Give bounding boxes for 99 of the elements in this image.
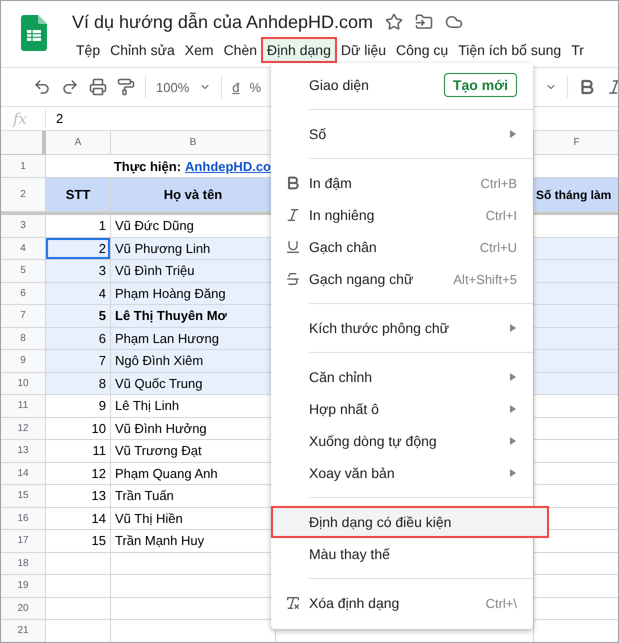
menu-bar-item[interactable]: Xem — [180, 39, 218, 61]
menu-item[interactable]: Định dạng có điều kiện — [271, 506, 549, 538]
submenu-arrow-icon — [509, 130, 517, 138]
currency-format-button[interactable]: đ — [232, 80, 240, 94]
print-icon[interactable] — [89, 78, 107, 96]
row-number[interactable]: 21 — [1, 620, 46, 642]
row-number[interactable]: 10 — [1, 372, 46, 395]
submenu-arrow-icon — [509, 324, 517, 332]
table-cell[interactable] — [534, 372, 618, 395]
zoom-dropdown[interactable]: 100% — [156, 80, 212, 94]
table-cell[interactable] — [46, 575, 111, 598]
submenu-arrow-icon — [509, 437, 517, 445]
row-number[interactable]: 17 — [1, 530, 46, 552]
table-cell[interactable]: 2 — [46, 238, 111, 260]
table-cell[interactable]: 3 — [46, 260, 111, 282]
menu-bar-item[interactable]: Tiện ích bổ sung — [454, 39, 566, 61]
table-cell[interactable]: 1 — [46, 215, 111, 238]
table-cell[interactable] — [534, 282, 618, 305]
bold-icon — [285, 175, 301, 191]
shortcut-text: Ctrl+I — [486, 208, 517, 222]
row-number[interactable]: 18 — [1, 552, 46, 575]
table-cell[interactable] — [534, 305, 618, 328]
shortcut-text: Alt+Shift+5 — [453, 272, 517, 286]
table-cell[interactable] — [534, 328, 618, 350]
row-number[interactable]: 19 — [1, 575, 46, 598]
row-number[interactable]: 7 — [1, 305, 46, 328]
row-number[interactable]: 14 — [1, 462, 46, 485]
paint-format-icon[interactable] — [117, 78, 135, 96]
table-header-cell: STT — [46, 178, 111, 212]
website-link[interactable]: AnhdepHD.co — [185, 158, 271, 174]
shortcut-text: Ctrl+B — [480, 176, 517, 190]
table-cell[interactable] — [46, 552, 111, 575]
table-cell[interactable]: 12 — [46, 462, 111, 485]
table-cell[interactable] — [534, 238, 618, 260]
menu-bar-item[interactable]: Chèn — [220, 39, 262, 61]
select-all-corner[interactable] — [1, 131, 46, 155]
move-folder-icon[interactable] — [415, 13, 434, 31]
row-number[interactable]: 6 — [1, 282, 46, 305]
menu-bar-item[interactable]: Tệp — [72, 39, 104, 61]
row-number[interactable]: 12 — [1, 418, 46, 440]
table-header-cell: Số tháng làm — [534, 178, 618, 212]
row-number[interactable]: 11 — [1, 395, 46, 418]
row-number[interactable]: 15 — [1, 485, 46, 508]
row-number[interactable]: 9 — [1, 350, 46, 372]
row-number[interactable]: 5 — [1, 260, 46, 282]
table-cell[interactable]: 14 — [46, 508, 111, 530]
row-number[interactable]: 8 — [1, 328, 46, 350]
column-header[interactable]: A — [46, 131, 111, 155]
table-cell[interactable]: 7 — [46, 350, 111, 372]
menu-bar-item[interactable]: Công cụ — [392, 39, 452, 61]
submenu-arrow-icon — [509, 373, 517, 381]
shortcut-text: Ctrl+U — [480, 240, 517, 254]
row-number[interactable]: 4 — [1, 238, 46, 260]
table-cell[interactable]: 4 — [46, 282, 111, 305]
table-cell[interactable] — [534, 350, 618, 372]
menu-bar-item[interactable]: Dữ liệu — [336, 39, 390, 61]
table-cell[interactable] — [46, 598, 111, 620]
table-cell[interactable] — [534, 260, 618, 282]
row-number[interactable]: 2 — [1, 178, 46, 212]
table-cell[interactable]: 8 — [46, 372, 111, 395]
star-icon[interactable] — [385, 13, 404, 31]
row-number[interactable]: 16 — [1, 508, 46, 530]
table-cell[interactable]: 13 — [46, 485, 111, 508]
table-cell[interactable] — [534, 598, 618, 620]
clear-formatting-icon — [285, 595, 301, 611]
formula-input[interactable]: 2 — [46, 111, 64, 126]
table-cell[interactable]: 9 — [46, 395, 111, 418]
cloud-icon[interactable] — [445, 13, 464, 31]
menu-bar-item[interactable]: Chỉnh sửa — [106, 39, 179, 61]
table-cell[interactable]: 10 — [46, 418, 111, 440]
table-cell[interactable]: 5 — [46, 305, 111, 328]
table-cell[interactable]: 6 — [46, 328, 111, 350]
shortcut-text: Ctrl+\ — [486, 596, 517, 610]
column-header[interactable]: F — [534, 131, 618, 155]
redo-icon[interactable] — [61, 78, 79, 96]
table-cell[interactable] — [534, 462, 618, 485]
undo-icon[interactable] — [33, 78, 51, 96]
menu-bar-item[interactable]: Tr — [567, 39, 588, 61]
row-number[interactable]: 1 — [1, 155, 46, 178]
table-cell[interactable] — [534, 418, 618, 440]
sheets-logo-icon[interactable] — [21, 15, 47, 51]
cell-text: Thực hiện: — [114, 158, 182, 174]
menu-bar-item[interactable]: Định dạng — [263, 39, 335, 61]
row-number[interactable]: 13 — [1, 440, 46, 462]
table-cell[interactable]: 11 — [46, 440, 111, 462]
row-number[interactable]: 3 — [1, 215, 46, 238]
underline-icon — [285, 239, 301, 255]
submenu-arrow-icon — [509, 405, 517, 413]
menu-item[interactable]: Giao diện Tạo mới — [271, 69, 533, 101]
table-cell[interactable] — [534, 552, 618, 575]
menu-item[interactable]: Xóa định dạng Ctrl+\ — [271, 587, 533, 619]
table-cell[interactable]: 15 — [46, 530, 111, 552]
document-title[interactable]: Ví dụ hướng dẫn của AnhdepHD.com — [72, 12, 374, 32]
strikethrough-icon — [285, 271, 301, 287]
italic-icon — [285, 207, 301, 223]
submenu-arrow-icon — [509, 469, 517, 477]
row-number[interactable]: 20 — [1, 598, 46, 620]
create-new-button[interactable]: Tạo mới — [444, 73, 517, 97]
percent-format-button[interactable]: % — [249, 80, 262, 94]
